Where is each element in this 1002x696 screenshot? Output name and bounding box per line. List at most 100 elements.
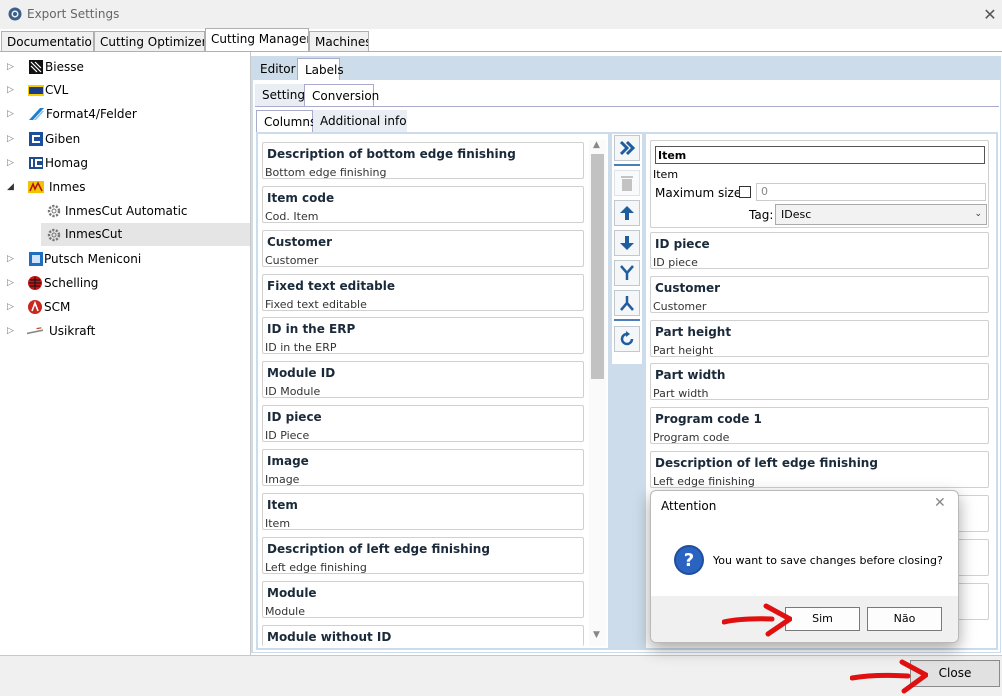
scm-logo-icon — [28, 300, 42, 314]
tag-select[interactable]: IDesc ⌄ — [775, 204, 987, 225]
tab-machines[interactable]: Machines — [309, 31, 369, 52]
list-item[interactable]: ID piece ID piece — [650, 232, 989, 269]
expand-icon[interactable]: ▷ — [7, 158, 17, 168]
list-item[interactable]: Image Image — [262, 449, 584, 486]
move-up-button[interactable] — [614, 200, 640, 226]
expand-icon[interactable]: ▷ — [7, 278, 17, 288]
list-item[interactable]: Description of left edge finishing Left e… — [650, 451, 989, 488]
expand-icon[interactable]: ▷ — [7, 85, 17, 95]
tree-item-inmescut-automatic[interactable]: InmesCut Automatic — [0, 200, 250, 222]
list-item[interactable]: Item Item — [262, 493, 584, 530]
collapse-icon[interactable]: ◢ — [7, 182, 17, 192]
tree-item-usikraft[interactable]: ▷ Usikraft — [0, 320, 250, 342]
yes-button[interactable]: Sim — [785, 607, 860, 631]
arrow-down-icon — [620, 236, 634, 250]
inmes-logo-icon — [28, 181, 44, 193]
tab-setting[interactable]: Setting — [255, 84, 305, 106]
giben-logo-icon — [29, 132, 43, 146]
arrow-up-icon — [620, 206, 634, 220]
list-item[interactable]: Module Module — [262, 581, 584, 618]
expand-icon[interactable]: ▷ — [7, 134, 17, 144]
delete-button[interactable] — [614, 170, 640, 196]
list-item[interactable]: ID in the ERP ID in the ERP — [262, 317, 584, 354]
tab-cutting-manager[interactable]: Cutting Manager — [205, 28, 309, 52]
list-item[interactable]: Program code 1 Program code — [650, 407, 989, 444]
tree-item-scm[interactable]: ▷ SCM — [0, 296, 250, 318]
item-name-field[interactable] — [655, 146, 985, 164]
close-icon[interactable]: ✕ — [934, 495, 946, 511]
tab-columns[interactable]: Columns — [256, 110, 316, 132]
max-size-input[interactable]: 0 — [756, 183, 986, 201]
expand-icon[interactable]: ▷ — [7, 109, 17, 119]
list-item[interactable]: Part height Part height — [650, 320, 989, 357]
list-item[interactable]: ID piece ID Piece — [262, 405, 584, 442]
tab-cutting-optimizers[interactable]: Cutting Optimizers — [94, 31, 205, 52]
list-item[interactable]: Module ID ID Module — [262, 361, 584, 398]
homag-logo-icon — [29, 157, 43, 169]
add-all-button[interactable] — [614, 135, 640, 161]
tree-item-label: InmesCut Automatic — [65, 204, 188, 218]
max-size-label: Maximum size: — [655, 186, 746, 200]
tree-item-inmes[interactable]: ◢ Inmes — [0, 176, 250, 198]
tree-item-label: Giben — [45, 132, 81, 146]
move-down-button[interactable] — [614, 230, 640, 256]
list-scrollbar[interactable]: ▲ ▼ — [589, 140, 606, 646]
split-button[interactable] — [614, 290, 640, 316]
tag-label: Tag: — [749, 208, 774, 222]
toolbar-separator — [614, 319, 640, 321]
annotation-arrow-icon — [722, 603, 792, 637]
split-icon — [620, 296, 634, 311]
tree-item-schelling[interactable]: ▷ Schelling — [0, 272, 250, 294]
biesse-logo-icon — [29, 60, 43, 74]
tree-item-inmescut[interactable]: InmesCut — [41, 223, 250, 246]
tree-item-label: Homag — [45, 156, 89, 170]
dialog-title: Attention — [661, 499, 717, 513]
no-button[interactable]: Não — [867, 607, 942, 631]
tree-item-homag[interactable]: ▷ Homag — [0, 152, 250, 174]
tag-select-value: IDesc — [781, 208, 812, 221]
tab-conversion[interactable]: Conversion — [304, 84, 379, 106]
title-bar: Export Settings ✕ — [0, 0, 1002, 29]
annotation-arrow-icon — [850, 659, 928, 694]
attention-dialog: Attention ✕ ? You want to save changes b… — [650, 490, 959, 643]
list-item[interactable]: Item code Cod. Item — [262, 186, 584, 223]
expand-icon[interactable]: ▷ — [7, 254, 17, 264]
expand-icon[interactable]: ▷ — [7, 326, 17, 336]
tree-item-label: SCM — [44, 300, 71, 314]
double-chevron-right-icon — [619, 140, 636, 156]
tree-item-putsch-meniconi[interactable]: ▷ Putsch Meniconi — [0, 248, 250, 270]
list-item[interactable]: Customer Customer — [262, 230, 584, 267]
close-icon[interactable]: ✕ — [979, 4, 1001, 26]
refresh-button[interactable] — [614, 326, 640, 352]
tree-item-giben[interactable]: ▷ Giben — [0, 128, 250, 150]
scrollbar-thumb[interactable] — [591, 154, 604, 379]
tree-item-label: Schelling — [44, 276, 99, 290]
tab-editor[interactable]: Editor — [253, 58, 297, 80]
expand-icon[interactable]: ▷ — [7, 302, 17, 312]
tab-documentation[interactable]: Documentation — [1, 31, 94, 52]
question-icon: ? — [674, 545, 704, 575]
tab-labels[interactable]: Labels — [297, 58, 344, 80]
list-item[interactable]: Fixed text editable Fixed text editable — [262, 274, 584, 311]
tab-additional-info[interactable]: Additional info — [313, 110, 407, 132]
expand-icon[interactable]: ▷ — [7, 62, 17, 72]
window-title: Export Settings — [27, 7, 120, 21]
format4-logo-icon — [29, 108, 44, 120]
tree-item-label: CVL — [45, 83, 69, 97]
usikraft-logo-icon — [27, 327, 43, 335]
scroll-up-icon[interactable]: ▲ — [593, 140, 600, 150]
tree-item-format4-felder[interactable]: ▷ Format4/Felder — [0, 103, 250, 125]
tree-item-cvl[interactable]: ▷ CVL — [0, 79, 250, 101]
list-item[interactable]: Part width Part width — [650, 363, 989, 400]
list-item[interactable]: Description of left edge finishing Left e… — [262, 537, 584, 574]
list-item[interactable]: Module without ID — [262, 625, 584, 646]
trash-icon — [621, 176, 633, 191]
tree-item-biesse[interactable]: ▷ Biesse — [0, 56, 250, 78]
list-item[interactable]: Description of bottom edge finishing Bott… — [262, 142, 584, 179]
dialog-message: You want to save changes before closing? — [713, 554, 943, 567]
scroll-down-icon[interactable]: ▼ — [593, 630, 600, 640]
list-item[interactable]: Customer Customer — [650, 276, 989, 313]
selected-item-editor: Item Maximum size: 0 Tag: IDesc ⌄ — [650, 140, 989, 228]
merge-button[interactable] — [614, 260, 640, 286]
max-size-checkbox[interactable] — [739, 186, 751, 198]
